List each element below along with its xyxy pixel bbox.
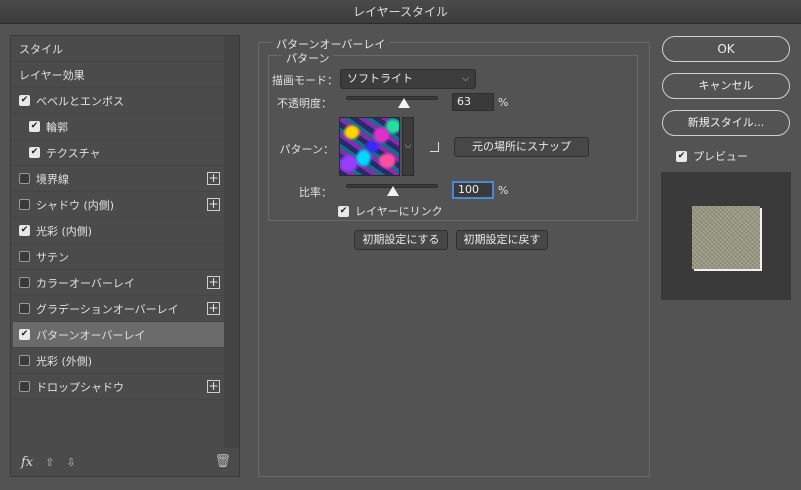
trash-icon[interactable]: 🗑 — [214, 454, 231, 469]
link-with-layer-row[interactable]: ✔ レイヤーにリンク — [338, 203, 443, 219]
scale-unit: % — [498, 184, 509, 197]
style-item-label: 境界線 — [36, 172, 69, 186]
opacity-input[interactable]: 63 — [452, 93, 494, 111]
style-item-checkbox[interactable] — [19, 251, 30, 262]
add-effect-icon[interactable]: + — [207, 198, 220, 211]
make-default-button[interactable]: 初期設定にする — [354, 230, 448, 250]
preview-toggle[interactable]: ✔ プレビュー — [676, 148, 748, 164]
pattern-picker-chevron-icon[interactable]: ⌵ — [402, 117, 414, 176]
style-item-label: カラーオーバーレイ — [36, 276, 135, 290]
style-item-checkbox[interactable] — [19, 355, 30, 366]
scale-label: 比率： — [299, 186, 332, 199]
style-item-label: スタイル — [19, 42, 63, 56]
style-item[interactable]: 境界線 + — [13, 166, 224, 192]
style-item[interactable]: ドロップシャドウ + — [13, 374, 224, 400]
blend-mode-value: ソフトライト — [347, 72, 413, 85]
styles-list-scrollbar[interactable] — [224, 36, 239, 448]
style-item-checkbox[interactable]: ✔ — [19, 329, 30, 340]
style-item-checkbox[interactable]: ✔ — [19, 95, 30, 106]
style-item-checkbox[interactable] — [19, 277, 30, 288]
move-down-icon[interactable]: ⇩ — [66, 456, 75, 469]
style-item-checkbox[interactable] — [19, 199, 30, 210]
style-item-label: レイヤー効果 — [19, 68, 85, 82]
style-item[interactable]: ✔ ベベルとエンボス — [13, 88, 224, 114]
add-effect-icon[interactable]: + — [207, 380, 220, 393]
fx-menu-button[interactable]: fx — [21, 455, 33, 470]
opacity-unit: % — [498, 96, 509, 109]
styles-list-footer: fx ⇧ ⇩ 🗑 — [11, 448, 239, 476]
pattern-swatch[interactable] — [339, 117, 400, 176]
style-item[interactable]: グラデーションオーバーレイ + — [13, 296, 224, 322]
new-style-button[interactable]: 新規スタイル... — [662, 110, 790, 136]
window-title: レイヤースタイル — [0, 0, 801, 24]
preview-thumbnail — [692, 206, 760, 269]
preview-checkbox[interactable]: ✔ — [676, 150, 687, 162]
style-item-label: サテン — [36, 250, 69, 264]
style-item[interactable]: サテン — [13, 244, 224, 270]
style-item[interactable]: ✔ 光彩 (内側) — [13, 218, 224, 244]
cancel-button[interactable]: キャンセル — [662, 73, 790, 99]
style-item[interactable]: カラーオーバーレイ + — [13, 270, 224, 296]
chevron-down-icon: ⌵ — [462, 74, 469, 84]
style-item[interactable]: スタイル — [13, 36, 224, 62]
style-item-label: パターンオーバーレイ — [36, 328, 146, 342]
style-item-label: テクスチャ — [46, 146, 101, 160]
style-item-label: 光彩 (外側) — [36, 354, 93, 368]
style-item-checkbox[interactable] — [19, 173, 30, 184]
style-item-checkbox[interactable] — [19, 303, 30, 314]
style-item-label: 光彩 (内側) — [36, 224, 93, 238]
scale-input[interactable]: 100 — [452, 181, 494, 199]
style-item-checkbox[interactable]: ✔ — [29, 121, 40, 132]
reset-to-default-button[interactable]: 初期設定に戻す — [456, 230, 548, 250]
style-item-label: シャドウ (内側) — [36, 198, 115, 212]
style-item-checkbox[interactable]: ✔ — [29, 147, 40, 158]
style-item[interactable]: レイヤー効果 — [13, 62, 224, 88]
scale-slider-thumb[interactable] — [387, 186, 399, 196]
style-item-label: ベベルとエンボス — [36, 94, 124, 108]
opacity-slider-thumb[interactable] — [397, 98, 410, 108]
style-item-checkbox[interactable]: ✔ — [19, 225, 30, 236]
style-item[interactable]: ✔ テクスチャ — [13, 140, 224, 166]
subgroup-title: パターン — [282, 50, 334, 66]
style-item-label: ドロップシャドウ — [36, 380, 124, 394]
style-item[interactable]: ✔ パターンオーバーレイ — [13, 322, 224, 348]
style-item[interactable]: シャドウ (内側) + — [13, 192, 224, 218]
add-effect-icon[interactable]: + — [207, 302, 220, 315]
style-item-label: グラデーションオーバーレイ — [36, 302, 179, 316]
pattern-label: パターン： — [279, 143, 334, 156]
blend-mode-label: 描画モード： — [272, 74, 338, 87]
style-item[interactable]: 光彩 (外側) — [13, 348, 224, 374]
style-item[interactable]: ✔ 輪郭 — [13, 114, 224, 140]
ok-button[interactable]: OK — [662, 36, 790, 62]
opacity-label: 不透明度： — [277, 97, 332, 110]
add-effect-icon[interactable]: + — [207, 172, 220, 185]
preview-label: プレビュー — [693, 150, 748, 163]
link-with-layer-checkbox[interactable]: ✔ — [338, 205, 349, 217]
styles-list: スタイル レイヤー効果 ✔ ベベルとエンボス ✔ 輪郭 ✔ テクスチャ 境界線 + シャドウ (内側… — [13, 36, 224, 400]
styles-list-panel: スタイル レイヤー効果 ✔ ベベルとエンボス ✔ 輪郭 ✔ テクスチャ 境界線 + シャドウ (内側… — [10, 35, 240, 477]
new-preset-icon[interactable] — [430, 142, 439, 152]
move-up-icon[interactable]: ⇧ — [45, 456, 54, 469]
style-item-checkbox[interactable] — [19, 381, 30, 392]
blend-mode-select[interactable]: ソフトライト ⌵ — [340, 69, 476, 89]
opacity-slider[interactable] — [346, 96, 438, 100]
link-with-layer-label: レイヤーにリンク — [355, 205, 443, 218]
style-item-label: 輪郭 — [46, 120, 68, 134]
snap-to-origin-button[interactable]: 元の場所にスナップ — [454, 137, 589, 157]
add-effect-icon[interactable]: + — [207, 276, 220, 289]
